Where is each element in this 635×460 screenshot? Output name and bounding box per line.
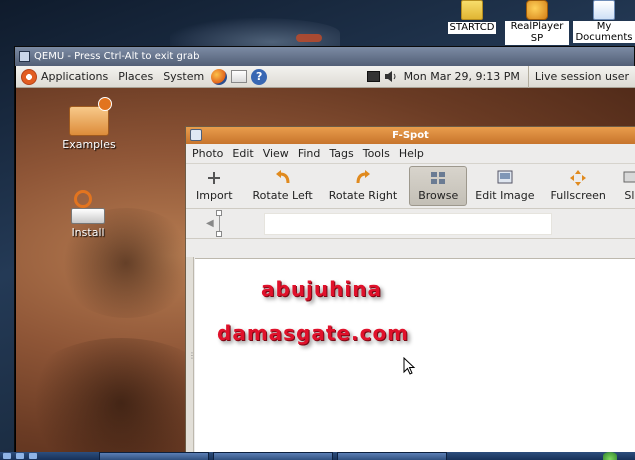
tray-orb-icon[interactable] xyxy=(603,452,617,460)
install-icon xyxy=(69,190,107,224)
examples-folder-icon xyxy=(69,97,112,136)
browse-label: Browse xyxy=(418,189,459,202)
qemu-titlebar[interactable]: QEMU - Press Ctrl-Alt to exit grab xyxy=(15,47,634,66)
realplayer-icon xyxy=(526,0,548,20)
qemu-app-icon xyxy=(19,51,30,62)
host-icon-realplayer[interactable]: RealPlayer SP xyxy=(505,0,569,45)
host-icon-my-documents[interactable]: My Documents xyxy=(572,0,635,43)
fspot-menubar: Photo Edit View Find Tags Tools Help xyxy=(186,144,635,164)
menu-tools[interactable]: Tools xyxy=(363,147,390,160)
menu-tags[interactable]: Tags xyxy=(329,147,353,160)
taskbar-button-windows[interactable] xyxy=(213,452,333,460)
slideshow-label: Sli xyxy=(624,189,635,202)
desktop-icon-label: Examples xyxy=(62,138,116,151)
edit-image-label: Edit Image xyxy=(475,189,535,202)
rotate-right-button[interactable]: Rotate Right xyxy=(321,164,405,208)
rotate-left-button[interactable]: Rotate Left xyxy=(245,164,321,208)
applications-menu-label: Applications xyxy=(41,70,109,83)
mail-launcher-icon[interactable] xyxy=(231,70,248,83)
slideshow-icon xyxy=(623,171,635,183)
mouse-pointer-icon xyxy=(403,357,416,375)
menu-find[interactable]: Find xyxy=(298,147,321,160)
slideshow-button[interactable]: Sli xyxy=(614,164,635,208)
firefox-launcher-icon[interactable] xyxy=(211,68,228,85)
fullscreen-icon xyxy=(570,170,587,186)
fspot-title: F-Spot xyxy=(392,130,429,141)
help-launcher-icon[interactable]: ? xyxy=(251,68,268,85)
desktop-icon-install[interactable]: Install xyxy=(53,190,123,239)
host-icon-label: RealPlayer SP xyxy=(505,21,569,45)
import-label: Import xyxy=(196,189,233,202)
edit-image-button[interactable]: Edit Image xyxy=(467,164,542,208)
fullscreen-label: Fullscreen xyxy=(550,189,606,202)
menu-view[interactable]: View xyxy=(263,147,289,160)
timeline-strip[interactable]: ◀ xyxy=(186,209,635,239)
system-menu-label: System xyxy=(163,70,205,83)
desktop-icon-label: Install xyxy=(71,226,105,239)
browse-icon xyxy=(431,172,446,184)
desktop-icon-examples[interactable]: Examples xyxy=(54,97,124,151)
gnome-top-panel: Applications Places System ? Mon Mar 29,… xyxy=(16,65,635,88)
qemu-title: QEMU - Press Ctrl-Alt to exit grab xyxy=(34,51,200,62)
ubuntu-logo-icon xyxy=(21,68,37,85)
menu-photo[interactable]: Photo xyxy=(192,147,223,160)
taskbar-button[interactable] xyxy=(337,452,447,460)
timeline-area[interactable] xyxy=(264,213,552,235)
documents-icon xyxy=(593,0,615,20)
session-user-menu[interactable]: Live session user xyxy=(527,65,635,88)
quicklaunch-icon[interactable] xyxy=(3,453,11,459)
import-icon xyxy=(208,172,221,184)
menu-edit[interactable]: Edit xyxy=(232,147,253,160)
import-button[interactable]: Import xyxy=(188,164,241,208)
host-desktop: STARTCD RealPlayer SP My Documents xyxy=(0,0,635,48)
folder-icon xyxy=(461,0,483,20)
rotate-right-icon xyxy=(356,170,370,184)
sidebar-collapsed-edge[interactable]: ⋮ xyxy=(186,257,196,460)
rotate-right-label: Rotate Right xyxy=(328,189,398,202)
fullscreen-button[interactable]: Fullscreen xyxy=(543,164,614,208)
system-menu[interactable]: System xyxy=(158,66,209,88)
fspot-titlebar[interactable]: F-Spot xyxy=(186,127,635,144)
timeline-handle-top[interactable] xyxy=(216,210,222,216)
qemu-window[interactable]: QEMU - Press Ctrl-Alt to exit grab Appli… xyxy=(14,46,635,460)
menu-help[interactable]: Help xyxy=(399,147,424,160)
watermark-line-2: damasgate.com xyxy=(217,321,410,345)
quicklaunch-icon[interactable] xyxy=(29,453,37,459)
host-icon-label: STARTCD xyxy=(447,22,497,34)
shared-badge-icon xyxy=(98,97,112,111)
fspot-app-icon xyxy=(190,129,202,141)
timeline-handle-bottom[interactable] xyxy=(216,231,222,237)
host-taskbar xyxy=(0,452,635,460)
wallpaper-car xyxy=(170,18,340,48)
timeline-left-arrow-icon[interactable]: ◀ xyxy=(206,218,214,229)
applications-menu[interactable]: Applications xyxy=(16,66,113,88)
host-icon-label: My Documents xyxy=(573,21,635,43)
rotate-left-label: Rotate Left xyxy=(252,189,313,202)
wallpaper-car-light xyxy=(296,34,322,42)
browse-button[interactable]: Browse xyxy=(409,166,468,206)
taskbar-button-qemu[interactable] xyxy=(99,452,209,460)
network-icon[interactable] xyxy=(366,71,380,82)
rotate-left-icon xyxy=(275,170,290,184)
edit-image-icon xyxy=(497,170,513,184)
fspot-window[interactable]: F-Spot Photo Edit View Find Tags Tools H… xyxy=(185,126,635,460)
places-menu-label: Places xyxy=(118,70,154,83)
fspot-toolbar: Import Rotate Left Rotate Right Browse E… xyxy=(186,164,635,209)
quicklaunch-icon[interactable] xyxy=(16,453,24,459)
panel-clock[interactable]: Mon Mar 29, 9:13 PM xyxy=(402,70,528,83)
host-icon-startcd[interactable]: STARTCD xyxy=(440,0,504,34)
photo-view-area[interactable]: abujuhina damasgate.com xyxy=(195,258,635,460)
places-menu[interactable]: Places xyxy=(113,66,158,88)
system-tray: Mon Mar 29, 9:13 PM Live session user xyxy=(364,65,635,88)
watermark-line-1: abujuhina xyxy=(261,277,382,301)
volume-icon[interactable] xyxy=(384,71,397,82)
